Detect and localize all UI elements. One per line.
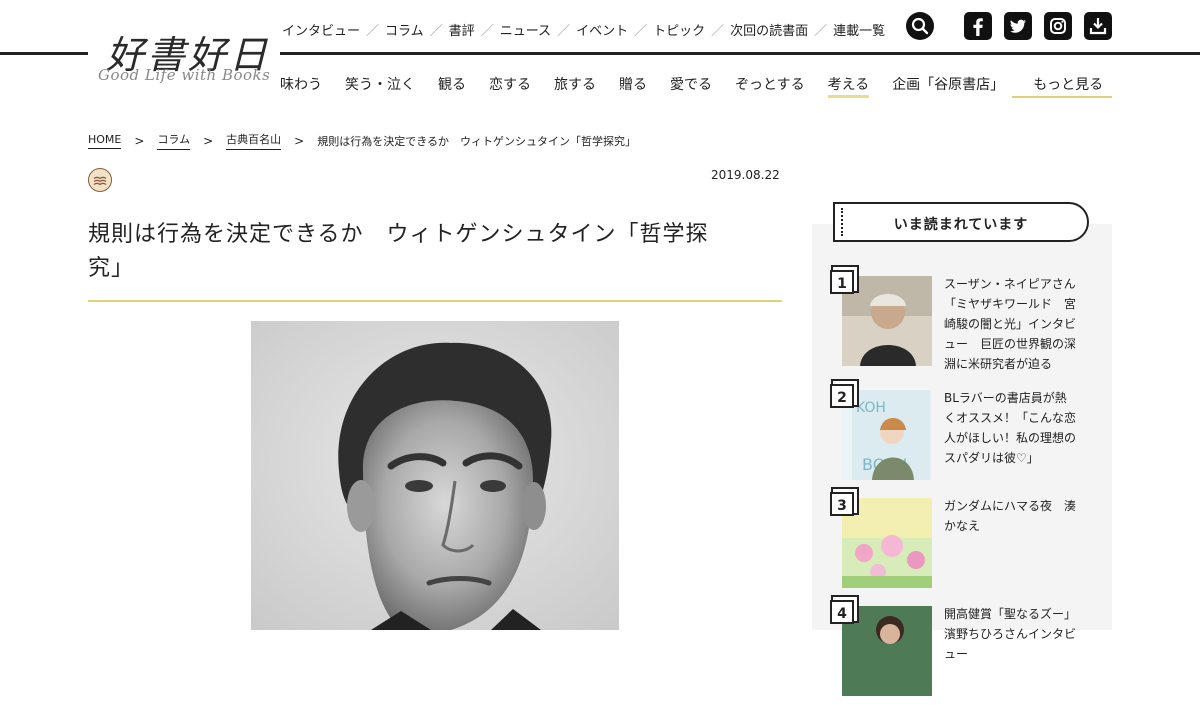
ranking-thumbnail bbox=[842, 276, 932, 366]
main-nav-item[interactable]: 企画「谷原書店」 bbox=[892, 74, 1004, 98]
ranking-number: 3 bbox=[830, 492, 854, 516]
main-nav-item[interactable]: 笑う・泣く bbox=[345, 74, 415, 98]
site-logo[interactable]: 好書好日 Good Life with Books bbox=[96, 22, 276, 92]
sidebar-heading-box: いま読まれています bbox=[833, 202, 1089, 242]
search-icon[interactable] bbox=[906, 12, 934, 40]
facebook-icon[interactable] bbox=[964, 12, 992, 40]
ranking-title: BLラバーの書店員が熱くオススメ！「こんな恋人がほしい！私の理想のスパダリは彼♡… bbox=[944, 391, 1077, 465]
ranking-item[interactable]: 4 開高健賞「聖なるズー」濱野ちひろさんインタビュー bbox=[830, 600, 1112, 710]
top-nav-review[interactable]: 書評 bbox=[447, 20, 477, 39]
breadcrumb-current: 規則は行為を決定できるか ウィトゲンシュタイン「哲学探究」 bbox=[317, 134, 637, 148]
main-nav-item[interactable]: 恋する bbox=[489, 74, 531, 98]
article-photo bbox=[251, 321, 619, 630]
top-nav-column[interactable]: コラム bbox=[383, 20, 426, 39]
svg-text:KOH: KOH bbox=[856, 400, 886, 416]
ranking-item[interactable]: 1 スーザン・ネイピアさん「ミヤザキワールド 宮崎駿の闇と光」インタビュー 巨匠… bbox=[830, 270, 1112, 380]
ranking-title: 開高健賞「聖なるズー」濱野ちひろさんインタビュー bbox=[944, 607, 1077, 661]
main-nav: 味わう 笑う・泣く 観る 恋する 旅する 贈る 愛でる ぞっとする 考える 企画… bbox=[280, 74, 1126, 98]
instagram-icon[interactable] bbox=[1044, 12, 1072, 40]
title-underline bbox=[88, 300, 782, 302]
main-nav-more[interactable]: もっと見る bbox=[1033, 74, 1103, 98]
ranking-thumbnail: KOHBOKU bbox=[842, 390, 932, 480]
top-nav-event[interactable]: イベント bbox=[574, 20, 630, 39]
top-nav-interview[interactable]: インタビュー bbox=[280, 20, 362, 39]
article-title-line2: 究」 bbox=[88, 256, 135, 281]
ranking-number: 2 bbox=[830, 384, 854, 408]
twitter-icon[interactable] bbox=[1004, 12, 1032, 40]
ranking-number: 1 bbox=[830, 270, 854, 294]
ranking-item[interactable]: 3 ガンダムにハマる夜 湊かなえ bbox=[830, 492, 1112, 602]
logo-en: Good Life with Books bbox=[98, 66, 271, 84]
main-nav-item[interactable]: 贈る bbox=[619, 74, 647, 98]
breadcrumb: HOME > コラム > 古典百名山 > 規則は行為を決定できるか ウィトゲンシ… bbox=[88, 131, 636, 150]
article-date: 2019.08.22 bbox=[711, 168, 780, 182]
top-nav: インタビュー／ コラム／ 書評／ ニュース／ イベント／ トピック／ 次回の読書… bbox=[280, 20, 887, 39]
ranking-title: ガンダムにハマる夜 湊かなえ bbox=[944, 499, 1077, 533]
ranking-thumbnail bbox=[842, 606, 932, 696]
breadcrumb-column[interactable]: コラム bbox=[157, 131, 191, 150]
top-nav-series[interactable]: 連載一覧 bbox=[831, 20, 887, 39]
ranking-thumbnail bbox=[842, 498, 932, 588]
top-nav-next-reading[interactable]: 次回の読書面 bbox=[728, 20, 810, 39]
main-nav-item[interactable]: 愛でる bbox=[670, 74, 712, 98]
download-icon[interactable] bbox=[1084, 12, 1112, 40]
article-title-line1: 規則は行為を決定できるか ウィトゲンシュタイン「哲学探 bbox=[88, 222, 709, 247]
article-title: 規則は行為を決定できるか ウィトゲンシュタイン「哲学探 究」 bbox=[88, 218, 782, 286]
main-nav-item[interactable]: 味わう bbox=[280, 74, 322, 98]
main-nav-item[interactable]: 観る bbox=[438, 74, 466, 98]
top-nav-topic[interactable]: トピック bbox=[651, 20, 707, 39]
main-nav-item-active[interactable]: 考える bbox=[827, 74, 870, 98]
category-icon[interactable] bbox=[88, 168, 112, 192]
breadcrumb-series[interactable]: 古典百名山 bbox=[226, 131, 282, 150]
breadcrumb-home[interactable]: HOME bbox=[88, 133, 122, 149]
ranking-title: スーザン・ネイピアさん「ミヤザキワールド 宮崎駿の闇と光」インタビュー 巨匠の世… bbox=[944, 277, 1077, 371]
main-nav-item[interactable]: ぞっとする bbox=[735, 74, 805, 98]
ranking-item[interactable]: KOHBOKU 2 BLラバーの書店員が熱くオススメ！「こんな恋人がほしい！私の… bbox=[830, 384, 1112, 494]
ranking-number: 4 bbox=[830, 600, 854, 624]
top-nav-news[interactable]: ニュース bbox=[498, 20, 553, 39]
more-underline bbox=[1012, 96, 1112, 98]
main-nav-item[interactable]: 旅する bbox=[554, 74, 596, 98]
sidebar-heading: いま読まれています bbox=[893, 217, 1029, 233]
